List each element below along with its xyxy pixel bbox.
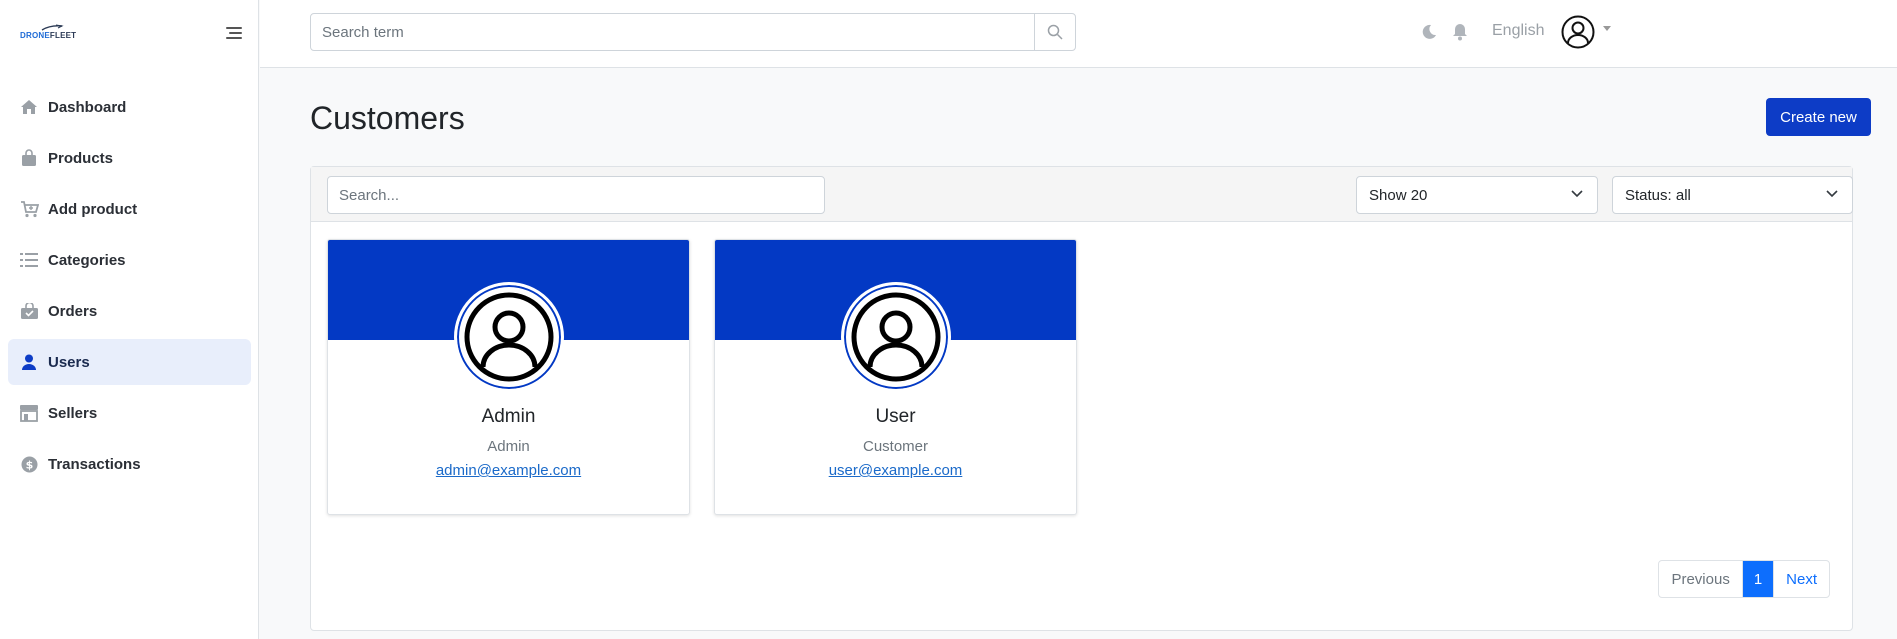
user-avatar-icon bbox=[1561, 15, 1595, 49]
sidebar-item-users[interactable]: Users bbox=[8, 339, 251, 385]
chevron-down-icon bbox=[1826, 190, 1838, 198]
bag-icon bbox=[19, 148, 39, 168]
sidebar-item-transactions[interactable]: $ Transactions bbox=[8, 441, 251, 487]
pagination-next[interactable]: Next bbox=[1773, 561, 1829, 597]
sidebar-item-sellers[interactable]: Sellers bbox=[8, 390, 251, 436]
customer-name: User bbox=[875, 406, 916, 427]
customer-email-link[interactable]: user@example.com bbox=[715, 462, 1076, 479]
language-selector[interactable]: English bbox=[1492, 22, 1544, 40]
search-icon bbox=[1047, 24, 1063, 40]
logo-text-drone: DRONE bbox=[20, 31, 50, 40]
sidebar-nav: Dashboard Products Add product Categorie… bbox=[8, 84, 251, 492]
sidebar-item-label: Dashboard bbox=[48, 98, 127, 116]
status-filter-value: Status: all bbox=[1625, 186, 1691, 204]
customer-search-input[interactable] bbox=[327, 176, 825, 214]
topbar bbox=[260, 0, 1897, 68]
bell-icon bbox=[1453, 24, 1467, 41]
cart-plus-icon bbox=[19, 199, 39, 219]
menu-icon-bar bbox=[229, 32, 242, 34]
sidebar-item-add-product[interactable]: Add product bbox=[8, 186, 251, 232]
customer-email-link[interactable]: admin@example.com bbox=[328, 462, 689, 479]
list-icon bbox=[19, 250, 39, 270]
customer-role: Admin bbox=[487, 438, 530, 455]
chevron-down-icon bbox=[1571, 190, 1583, 198]
menu-icon-bar bbox=[226, 27, 242, 29]
customer-name: Admin bbox=[481, 406, 536, 427]
notifications-button[interactable] bbox=[1452, 23, 1468, 46]
customer-card[interactable]: Admin Admin admin@example.com bbox=[327, 239, 690, 515]
sidebar-item-categories[interactable]: Categories bbox=[8, 237, 251, 283]
sidebar-item-label: Products bbox=[48, 149, 114, 167]
global-search bbox=[310, 13, 1076, 51]
menu-icon-bar bbox=[226, 37, 242, 39]
sidebar-item-products[interactable]: Products bbox=[8, 135, 251, 181]
customer-role: Customer bbox=[862, 438, 929, 455]
logo-text-fleet: FLEET bbox=[49, 31, 77, 40]
user-menu-button[interactable] bbox=[1561, 15, 1595, 49]
search-button[interactable] bbox=[1034, 14, 1075, 50]
home-icon bbox=[19, 97, 39, 117]
customer-avatar bbox=[841, 282, 951, 392]
sidebar-item-label: Add product bbox=[48, 200, 138, 218]
sidebar-item-orders[interactable]: Orders bbox=[8, 288, 251, 334]
pagination-page-current[interactable]: 1 bbox=[1741, 561, 1774, 597]
customer-card[interactable]: User Customer user@example.com bbox=[714, 239, 1077, 515]
dollar-circle-icon: $ bbox=[19, 454, 39, 474]
shop-icon bbox=[19, 403, 39, 423]
pagination-previous[interactable]: Previous bbox=[1659, 561, 1741, 597]
page-size-value: Show 20 bbox=[1369, 186, 1428, 204]
chevron-down-icon[interactable] bbox=[1603, 26, 1611, 31]
sidebar-item-label: Users bbox=[48, 353, 90, 371]
moon-icon bbox=[1422, 24, 1436, 39]
page-title: Customers bbox=[310, 100, 465, 136]
user-avatar-icon bbox=[464, 292, 554, 382]
customer-avatar bbox=[454, 282, 564, 392]
global-search-input[interactable] bbox=[311, 14, 1034, 50]
sidebar-item-label: Orders bbox=[48, 302, 98, 320]
sidebar-toggle-button[interactable] bbox=[226, 27, 242, 41]
sidebar: DRONEFLEET Dashboard Products Add produc… bbox=[0, 0, 259, 639]
bag-check-icon bbox=[19, 301, 39, 321]
user-avatar-icon bbox=[851, 292, 941, 382]
person-icon bbox=[19, 352, 39, 372]
sidebar-item-dashboard[interactable]: Dashboard bbox=[8, 84, 251, 130]
create-new-button[interactable]: Create new bbox=[1766, 98, 1871, 136]
status-filter-select[interactable]: Status: all bbox=[1612, 176, 1853, 214]
dark-mode-toggle[interactable] bbox=[1421, 24, 1437, 45]
logo-text: DRONEFLEET bbox=[20, 31, 76, 40]
pagination: Previous 1 Next bbox=[1658, 560, 1830, 598]
filter-bar: Show 20 Status: all bbox=[311, 167, 1853, 222]
page-size-select[interactable]: Show 20 bbox=[1356, 176, 1598, 214]
sidebar-item-label: Transactions bbox=[48, 455, 141, 473]
customers-panel: Show 20 Status: all Admin Admin admin@ex… bbox=[310, 166, 1853, 631]
sidebar-item-label: Categories bbox=[48, 251, 126, 269]
svg-text:$: $ bbox=[25, 458, 33, 471]
sidebar-item-label: Sellers bbox=[48, 404, 98, 422]
app-logo[interactable]: DRONEFLEET bbox=[20, 24, 76, 44]
